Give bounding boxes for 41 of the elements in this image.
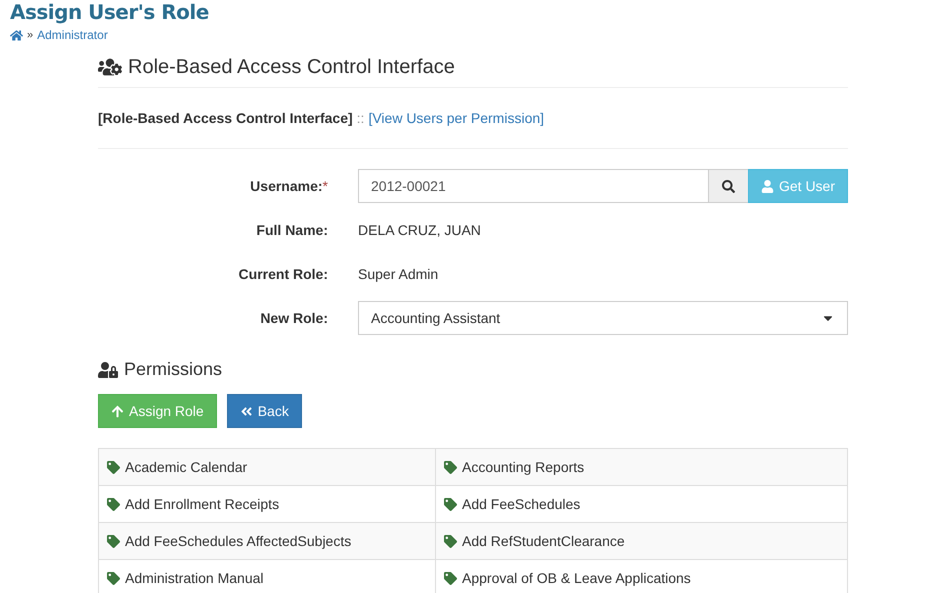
field-label: New Role:: [260, 310, 328, 326]
page-title: Assign User's Role: [10, 0, 210, 24]
breadcrumb-link[interactable]: Administrator: [37, 28, 108, 42]
search-icon: [722, 180, 735, 192]
tag-icon: [444, 572, 457, 584]
permission-name: Add RefStudentClearance: [462, 533, 625, 549]
nav-separator: ::: [356, 110, 364, 126]
field-label: Current Role:: [238, 266, 328, 282]
tag-icon: [107, 534, 120, 548]
permission-name: Approval of OB & Leave Applications: [462, 570, 691, 586]
permission-name: Add FeeSchedules AffectedSubjects: [125, 533, 352, 549]
tag-icon: [444, 498, 457, 510]
search-button[interactable]: [708, 169, 748, 203]
field-value: DELA CRUZ, JUAN: [358, 222, 481, 238]
nav-link[interactable]: [Role-Based Access Control Interface]: [98, 110, 353, 126]
role-select[interactable]: Accounting Assistant: [358, 301, 848, 335]
back-button[interactable]: Back: [226, 394, 302, 428]
user-lock-icon: [98, 360, 118, 380]
tag-icon: [107, 460, 120, 474]
tag-icon: [107, 572, 120, 584]
permission-name: Accounting Reports: [462, 459, 584, 475]
double-chevron-left-icon: [240, 404, 253, 418]
field-label: Full Name:: [256, 222, 328, 238]
permissions-title: Permissions: [124, 359, 222, 380]
tag-icon: [444, 460, 457, 474]
permission-name: Academic Calendar: [125, 459, 248, 475]
nav-link[interactable]: [View Users per Permission]: [368, 110, 544, 126]
assign-role-button[interactable]: Assign Role: [98, 394, 217, 428]
tag-icon: [444, 534, 457, 548]
permission-name: Administration Manual: [125, 570, 264, 586]
field-label: Username:*: [250, 178, 328, 194]
home-icon[interactable]: [10, 28, 23, 42]
breadcrumb-separator: »: [27, 29, 34, 41]
username-field[interactable]: 2012-00021: [358, 169, 709, 203]
permission-name: Add Enrollment Receipts: [125, 496, 280, 512]
user-icon: [760, 180, 774, 192]
arrow-up-icon: [111, 404, 124, 418]
tag-icon: [107, 498, 120, 510]
section-title: Role-Based Access Control Interface: [128, 56, 455, 78]
field-value: Super Admin: [358, 266, 438, 282]
permission-name: Add FeeSchedules: [462, 496, 580, 512]
